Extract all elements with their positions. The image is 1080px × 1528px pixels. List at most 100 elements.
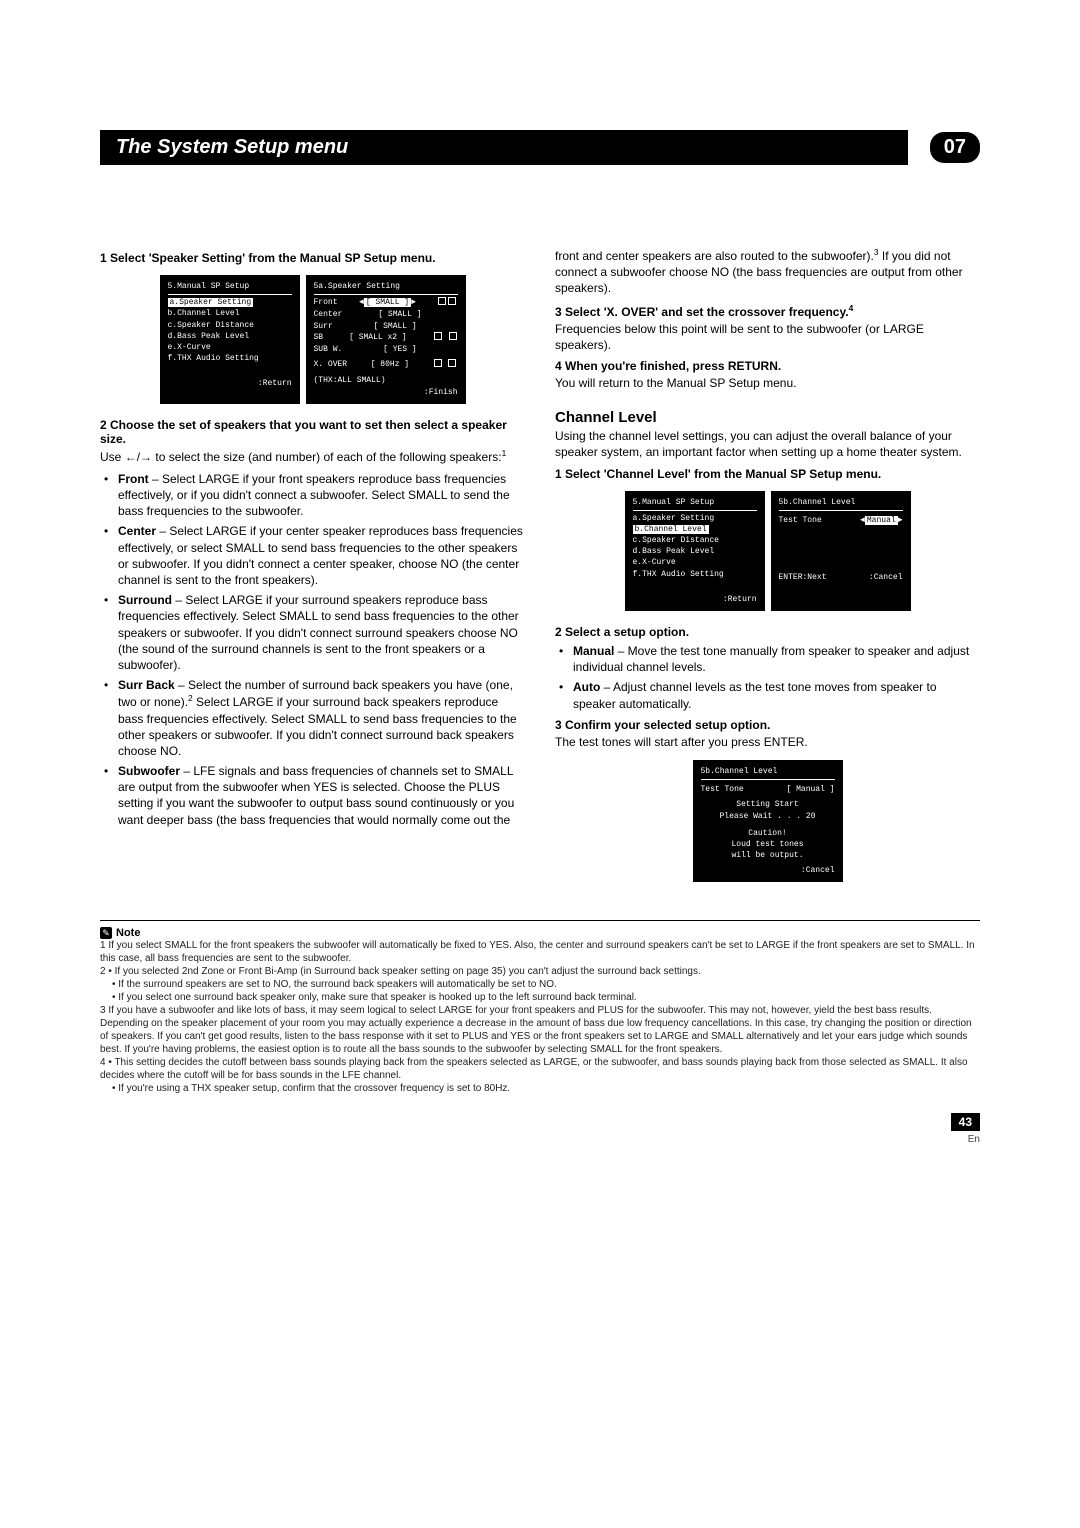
osd-footer-right: :Cancel	[869, 572, 903, 583]
ch-step-1-heading: 1 Select 'Channel Level' from the Manual…	[555, 467, 980, 481]
osd-line: will be output.	[701, 850, 835, 861]
step-1-heading: 1 Select 'Speaker Setting' from the Manu…	[100, 251, 525, 265]
osd-value: [ 80Hz ]	[371, 359, 409, 371]
osd-value: [ SMALL ]	[364, 298, 411, 307]
arrow-right-icon: →	[140, 450, 152, 464]
ch-step-2-heading: 2 Select a setup option.	[555, 625, 980, 639]
osd-value: [ SMALL ]	[373, 321, 416, 332]
osd-pair-channel-level: 5.Manual SP Setup a.Speaker Setting b.Ch…	[555, 491, 980, 612]
osd-value: [ SMALL ]	[378, 309, 421, 320]
speaker-list: Front – Select LARGE if your front speak…	[100, 471, 525, 828]
footnotes: 1 If you select SMALL for the front spea…	[100, 939, 980, 1095]
osd-line: Caution!	[701, 828, 835, 839]
osd-manual-sp-setup: 5.Manual SP Setup a.Speaker Setting b.Ch…	[160, 275, 300, 404]
osd-footer: :Finish	[314, 387, 458, 398]
osd-test-tone-wrap: 5b.Channel Level Test Tone [ Manual ] Se…	[555, 760, 980, 883]
continuation-text: front and center speakers are also route…	[555, 247, 980, 297]
footnote-3: 3 If you have a subwoofer and like lots …	[100, 1004, 980, 1056]
footnote-4a: 4 • This setting decides the cutoff betw…	[100, 1056, 980, 1082]
osd-item: e.X-Curve	[633, 557, 757, 568]
osd-title: 5a.Speaker Setting	[314, 281, 458, 295]
osd-line: Setting Start	[701, 799, 835, 810]
osd-title: 5.Manual SP Setup	[633, 497, 757, 511]
step-2-body: Use ←/→ to select the size (and number) …	[100, 448, 525, 465]
osd-value: [ YES ]	[383, 344, 417, 355]
osd-label: Surr	[314, 321, 333, 332]
channel-level-heading: Channel Level	[555, 409, 980, 426]
osd-footer: :Cancel	[701, 865, 835, 876]
osd-footer: :Return	[168, 378, 292, 389]
osd-label: Test Tone	[779, 515, 822, 526]
header-bar: The System Setup menu 07	[100, 130, 980, 165]
chapter-number: 07	[930, 132, 980, 163]
note-divider	[100, 920, 980, 921]
osd-label: SUB W.	[314, 344, 343, 355]
osd-line: Please Wait . . . 20	[701, 811, 835, 822]
osd-label: X. OVER	[314, 359, 348, 371]
list-item: Auto – Adjust channel levels as the test…	[573, 679, 980, 711]
osd-item: b.Channel Level	[168, 308, 292, 319]
osd-label: Test Tone	[701, 784, 744, 795]
osd-label: Center	[314, 309, 343, 320]
setup-option-list: Manual – Move the test tone manually fro…	[555, 643, 980, 712]
osd-item: c.Speaker Distance	[633, 535, 757, 546]
step-3-heading: 3 Select 'X. OVER' and set the crossover…	[555, 303, 980, 319]
osd-speaker-setting: 5a.Speaker Setting Front◄[ SMALL ]► Cent…	[306, 275, 466, 404]
arrow-left-icon: ←	[125, 450, 137, 464]
osd-item: e.X-Curve	[168, 342, 292, 353]
footnote-4b: • If you're using a THX speaker setup, c…	[100, 1082, 980, 1095]
osd-footer-left: ENTER:Next	[779, 572, 827, 583]
list-item: Front – Select LARGE if your front speak…	[118, 471, 525, 520]
osd-item: c.Speaker Distance	[168, 320, 292, 331]
step-3-body: Frequencies below this point will be sen…	[555, 321, 980, 353]
list-item: Surr Back – Select the number of surroun…	[118, 677, 525, 759]
osd-line: Loud test tones	[701, 839, 835, 850]
osd-manual-sp-setup-2: 5.Manual SP Setup a.Speaker Setting b.Ch…	[625, 491, 765, 612]
chapter-title: The System Setup menu	[100, 130, 908, 165]
page-footer: 43 En	[100, 1113, 980, 1145]
right-column: front and center speakers are also route…	[555, 245, 980, 896]
list-item: Surround – Select LARGE if your surround…	[118, 592, 525, 673]
page-language: En	[968, 1134, 980, 1145]
osd-title: 5b.Channel Level	[701, 766, 835, 780]
content-columns: 1 Select 'Speaker Setting' from the Manu…	[100, 245, 980, 896]
list-item: Subwoofer – LFE signals and bass frequen…	[118, 763, 525, 828]
step-2-heading: 2 Choose the set of speakers that you wa…	[100, 418, 525, 446]
manual-page: The System Setup menu 07 1 Select 'Speak…	[0, 0, 1080, 1185]
osd-label: Front	[314, 297, 338, 309]
osd-title: 5.Manual SP Setup	[168, 281, 292, 295]
osd-value: [ SMALL x2 ]	[349, 332, 407, 344]
osd-pair-speaker-setting: 5.Manual SP Setup a.Speaker Setting b.Ch…	[100, 275, 525, 404]
channel-level-intro: Using the channel level settings, you ca…	[555, 428, 980, 460]
left-column: 1 Select 'Speaker Setting' from the Manu…	[100, 245, 525, 896]
osd-value: [ Manual ]	[786, 784, 834, 795]
osd-item: d.Bass Peak Level	[168, 331, 292, 342]
note-label: Note	[116, 927, 140, 939]
osd-item-selected: b.Channel Level	[633, 525, 709, 534]
osd-title: 5b.Channel Level	[779, 497, 903, 511]
footnote-1: 1 If you select SMALL for the front spea…	[100, 939, 980, 965]
osd-test-tone: 5b.Channel Level Test Tone [ Manual ] Se…	[693, 760, 843, 883]
osd-item: d.Bass Peak Level	[633, 546, 757, 557]
osd-item: a.Speaker Setting	[633, 513, 757, 524]
osd-item: f.THX Audio Setting	[633, 569, 757, 580]
list-item: Manual – Move the test tone manually fro…	[573, 643, 980, 675]
list-item: Center – Select LARGE if your center spe…	[118, 523, 525, 588]
footnote-2b: • If the surround speakers are set to NO…	[100, 978, 980, 991]
page-number: 43	[951, 1113, 980, 1131]
osd-item: f.THX Audio Setting	[168, 353, 292, 364]
osd-channel-level: 5b.Channel Level Test Tone ◄Manual► ENTE…	[771, 491, 911, 612]
osd-value: Manual	[865, 516, 898, 525]
footnote-ref: 4	[849, 303, 854, 313]
note-header: ✎ Note	[100, 925, 980, 939]
osd-footer: :Return	[633, 594, 757, 605]
step-4-heading: 4 When you're finished, press RETURN.	[555, 359, 980, 373]
osd-item-selected: a.Speaker Setting	[168, 298, 254, 307]
step-4-body: You will return to the Manual SP Setup m…	[555, 375, 980, 391]
footnote-2a: 2 • If you selected 2nd Zone or Front Bi…	[100, 965, 980, 978]
ch-step-3-heading: 3 Confirm your selected setup option.	[555, 718, 980, 732]
footnote-ref: 1	[502, 448, 507, 458]
footnote-2c: • If you select one surround back speake…	[100, 991, 980, 1004]
osd-label: SB	[314, 332, 324, 344]
note-icon: ✎	[100, 927, 112, 939]
